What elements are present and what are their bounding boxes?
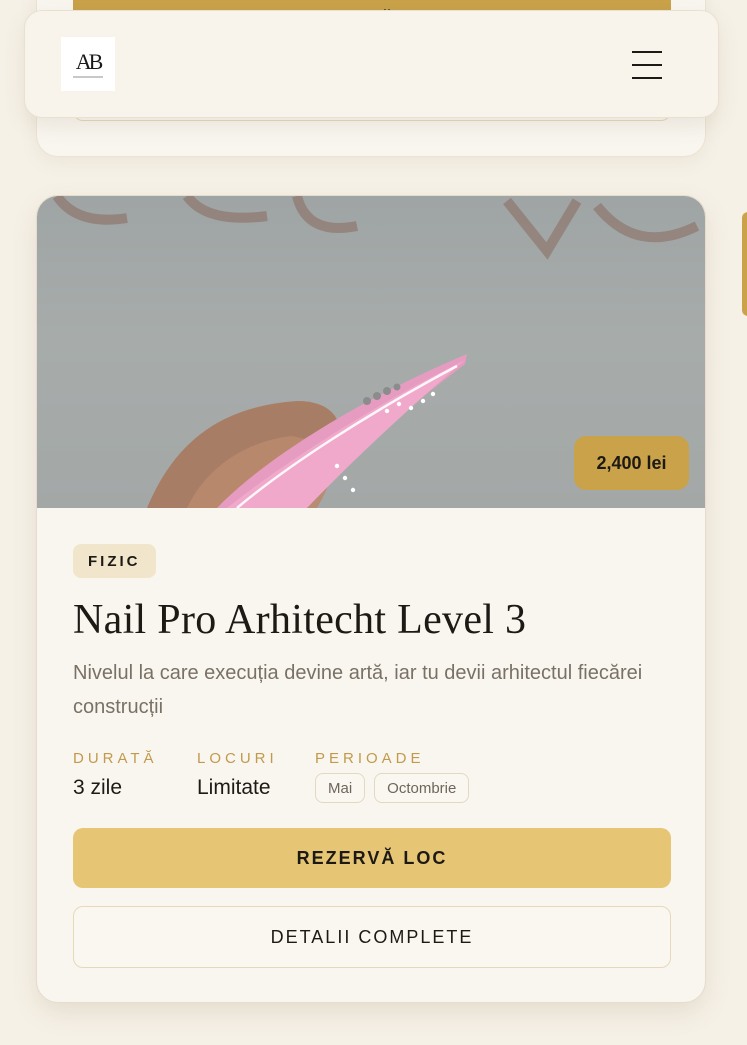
menu-line xyxy=(632,77,662,79)
duration-value: 3 zile xyxy=(73,776,123,799)
menu-line xyxy=(632,64,662,66)
periods-label: PERIOADE xyxy=(315,750,425,767)
period-chips: Mai Octombrie xyxy=(315,773,470,803)
period-chip: Octombrie xyxy=(374,773,470,803)
seats-info: LOCURI Limitate xyxy=(197,750,278,800)
periods-info: PERIOADE Mai Octombrie xyxy=(315,750,470,803)
course-title: Nail Pro Arhitecht Level 3 xyxy=(73,597,527,643)
menu-line xyxy=(632,51,662,53)
seats-label: LOCURI xyxy=(197,750,278,767)
reserve-spot-button[interactable]: REZERVĂ LOC xyxy=(73,828,671,888)
hamburger-menu-icon[interactable] xyxy=(632,51,666,79)
logo-monogram: AB xyxy=(75,48,104,74)
format-badge: FIZIC xyxy=(73,544,156,578)
side-floating-tab[interactable] xyxy=(742,212,747,316)
course-description: Nivelul la care execuția devine artă, ia… xyxy=(73,662,643,718)
course-image: 2,400 lei xyxy=(37,196,705,508)
site-header: AB xyxy=(24,10,719,118)
course-card: 2,400 lei FIZIC Nail Pro Arhitecht Level… xyxy=(36,195,706,1003)
brand-logo[interactable]: AB xyxy=(61,37,115,91)
seats-value: Limitate xyxy=(197,776,271,799)
duration-info: DURATĂ 3 zile xyxy=(73,750,158,800)
full-details-button[interactable]: DETALII COMPLETE xyxy=(73,906,671,968)
price-badge: 2,400 lei xyxy=(574,436,689,490)
period-chip: Mai xyxy=(315,773,366,803)
page: REZERVĂ LOC AB xyxy=(0,0,747,1045)
duration-label: DURATĂ xyxy=(73,750,158,767)
logo-underline xyxy=(73,75,103,78)
